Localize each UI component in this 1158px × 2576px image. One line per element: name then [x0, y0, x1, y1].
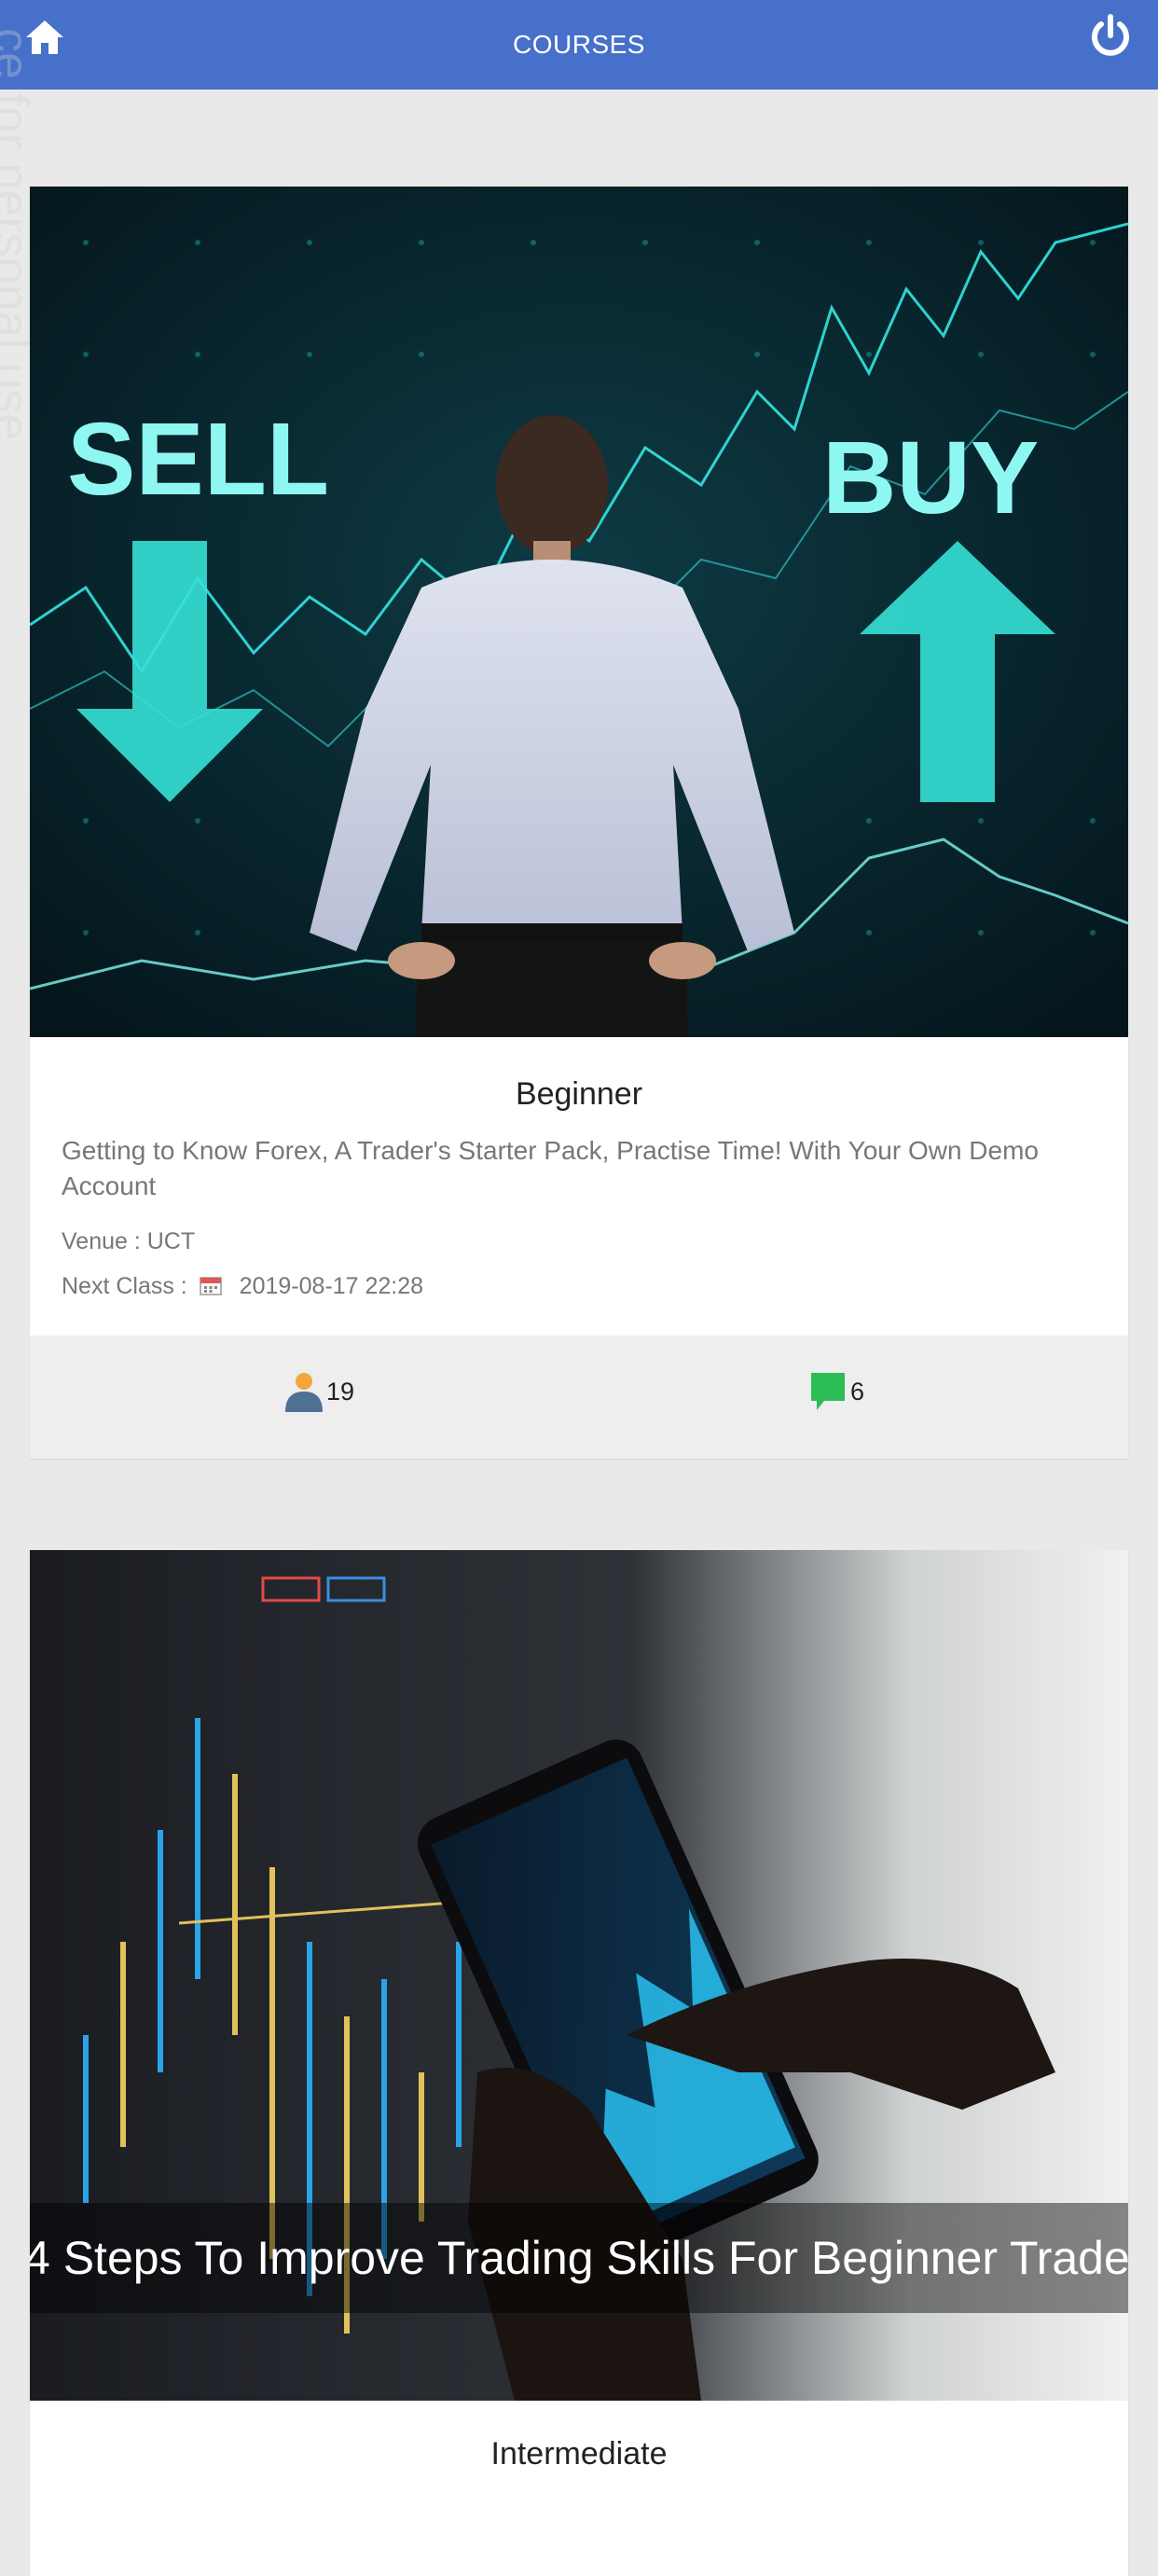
next-class-datetime: 2019-08-17 22:28	[239, 1273, 424, 1299]
comments-count: 6	[850, 1377, 865, 1406]
course-image-banner: 4 Steps To Improve Trading Skills For Be…	[30, 2203, 1128, 2313]
course-card-intermediate[interactable]: 4 Steps To Improve Trading Skills For Be…	[30, 1550, 1128, 2576]
comment-icon	[811, 1373, 845, 1410]
sell-label: SELL	[67, 402, 329, 517]
venue-text: Venue : UCT	[62, 1228, 196, 1254]
page-title: COURSES	[513, 30, 645, 59]
comments-count-button[interactable]: 6	[809, 1371, 864, 1412]
course-card-beginner[interactable]: SELL BUY Beginner Getting to Know Forex,…	[30, 187, 1128, 1459]
course-level: Intermediate	[490, 2436, 668, 2472]
course-level: Beginner	[515, 1076, 643, 1112]
next-class-label: Next Class :	[62, 1273, 187, 1299]
students-count-button[interactable]: 19	[285, 1371, 354, 1412]
person-icon	[285, 1373, 323, 1412]
power-icon[interactable]	[1087, 13, 1134, 60]
course-image-beginner: SELL BUY	[30, 187, 1128, 1037]
buy-label: BUY	[822, 421, 1039, 535]
calendar-icon	[199, 1277, 222, 1295]
students-count: 19	[326, 1377, 355, 1406]
app-bar: COURSES	[0, 0, 1158, 90]
course-description: Getting to Know Forex, A Trader's Starte…	[62, 1136, 1039, 1200]
course-stats-bar: 19 6	[30, 1336, 1128, 1459]
next-class-row: Next Class : 2019-08-17 22:28	[62, 1264, 1096, 1309]
course-image-intermediate: 4 Steps To Improve Trading Skills For Be…	[30, 1550, 1128, 2401]
